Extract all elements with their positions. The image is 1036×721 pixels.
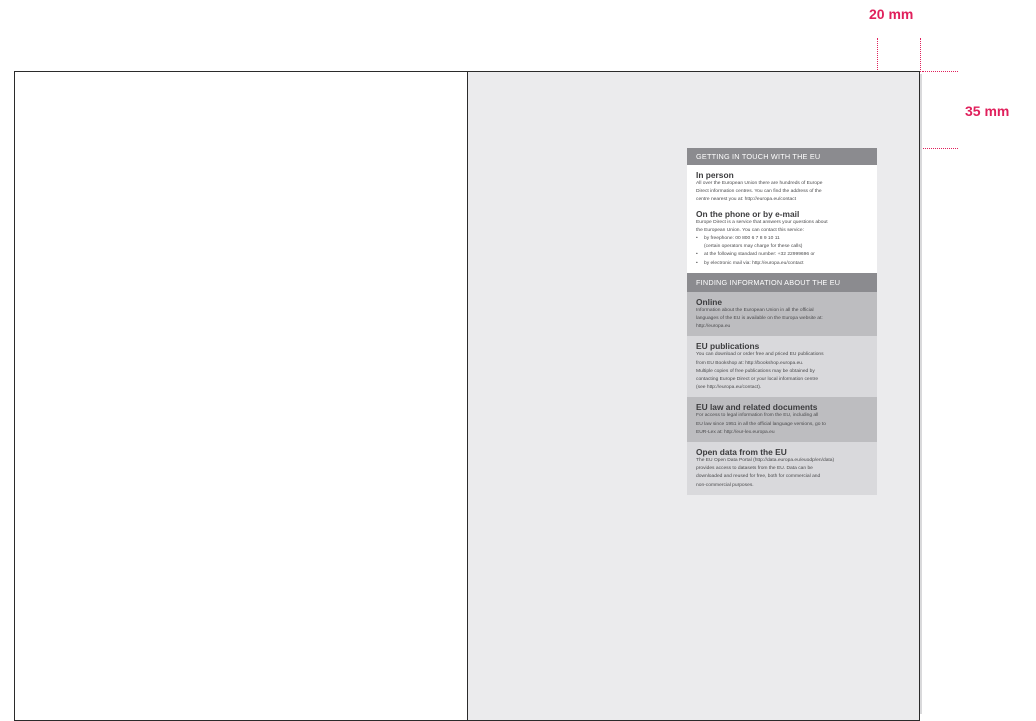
law-line: For access to legal information from the… [696, 413, 819, 419]
publications-line: from EU Bookshop at: http://bookshop.eur… [696, 360, 804, 366]
in-person-heading: In person [696, 170, 734, 180]
dimension-label-horizontal: 20 mm [869, 6, 914, 22]
list-item: • by freephone: 00 800 6 7 8 9 10 11 [696, 236, 780, 242]
page-shadow [920, 74, 922, 714]
publications-section: EU publications You can download or orde… [687, 336, 877, 398]
law-heading: EU law and related documents [696, 402, 818, 413]
info-header: FINDING INFORMATION ABOUT THE EU [687, 272, 877, 292]
open-data-line: downloaded and reused for free, both for… [696, 474, 821, 480]
open-data-section: Open data from the EU The EU Open Data P… [687, 442, 877, 495]
open-data-line: non-commercial purposes. [696, 482, 754, 488]
publications-line: contacting Europe Direct or your local i… [696, 377, 819, 383]
in-person-line: Direct information centres. You can find… [696, 189, 822, 195]
publications-heading: EU publications [696, 341, 760, 352]
phone-list: • by freephone: 00 800 6 7 8 9 10 11 (cer… [696, 235, 868, 268]
phone-line: the European Union. You can contact this… [696, 227, 804, 233]
open-data-heading: Open data from the EU [696, 447, 787, 458]
in-person-section: In person All over the European Union th… [687, 165, 877, 273]
left-page [15, 72, 467, 720]
list-item: (certain operators may charge for these … [704, 244, 803, 250]
online-heading: Online [696, 296, 723, 307]
guide-line-page-right [920, 38, 921, 72]
dimension-label-vertical: 35 mm [965, 103, 1010, 119]
open-data-line: provides access to datasets from the EU.… [696, 466, 813, 472]
list-item: • by electronic mail via: http://europa.e… [696, 260, 804, 266]
publications-line: You can download or order free and price… [696, 352, 824, 358]
law-section: EU law and related documents For access … [687, 397, 877, 443]
phone-line: Europe Direct is a service that answers … [696, 219, 828, 225]
publications-line: (see http://europa.eu/contact). [696, 385, 762, 391]
law-line: EU law since 1951 in all the official la… [696, 421, 826, 427]
law-line: EUR-Lex at: http://eur-lex.europa.eu [696, 429, 775, 435]
open-data-line: The EU Open Data Portal (http://data.eur… [696, 458, 835, 464]
list-item: • at the following standard number: +32 2… [696, 252, 815, 258]
in-person-line: centre nearest you at: http://europa.eu/… [696, 197, 797, 203]
guide-line-page-top [922, 71, 958, 72]
info-column: GETTING IN TOUCH WITH THE EU In person A… [687, 148, 877, 495]
in-person-line: All over the European Union there are hu… [696, 181, 823, 186]
online-section: Online Information about the European Un… [687, 291, 877, 337]
phone-heading: On the phone or by e-mail [696, 208, 800, 219]
publications-line: Multiple copies of free publications may… [696, 368, 815, 374]
contact-header: GETTING IN TOUCH WITH THE EU [687, 148, 877, 165]
online-line: http://europa.eu [696, 324, 731, 330]
online-line: Information about the European Union in … [696, 307, 814, 313]
online-line: languages of the EU is available on the … [696, 316, 823, 322]
